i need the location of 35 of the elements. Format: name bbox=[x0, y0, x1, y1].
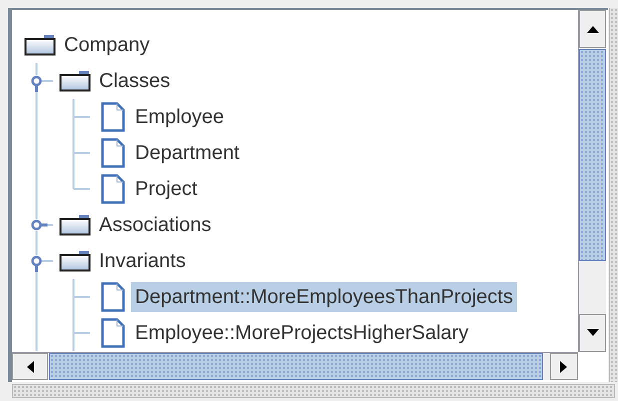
outer-horizontal-scrollbar[interactable] bbox=[12, 384, 615, 398]
tree-item[interactable]: Associations bbox=[95, 210, 216, 240]
document-icon bbox=[101, 174, 125, 204]
tree-item[interactable]: Employee bbox=[131, 102, 228, 132]
scroll-thumb[interactable] bbox=[579, 49, 606, 261]
tree-item[interactable]: Invariants bbox=[95, 246, 190, 276]
outer-vertical-scrollbar[interactable] bbox=[609, 8, 618, 382]
left-arrow-icon bbox=[26, 360, 34, 372]
vertical-scrollbar[interactable] bbox=[578, 10, 606, 352]
expanded-handle-icon[interactable] bbox=[31, 76, 42, 92]
folder-icon bbox=[59, 250, 91, 272]
tree-item[interactable]: Employee::MoreProjectsHigherSalary bbox=[131, 318, 472, 348]
scroll-thumb[interactable] bbox=[49, 353, 543, 380]
scroll-left-button[interactable] bbox=[12, 353, 48, 380]
scroll-up-button[interactable] bbox=[579, 10, 606, 48]
tree-item[interactable]: Department::MoreEmployeesThanProjects bbox=[131, 282, 517, 312]
expanded-handle-icon[interactable] bbox=[31, 256, 42, 272]
scroll-right-button[interactable] bbox=[550, 353, 578, 380]
tree-item[interactable]: Department bbox=[131, 138, 244, 168]
folder-icon bbox=[59, 214, 91, 236]
document-icon bbox=[101, 282, 125, 312]
document-icon bbox=[101, 138, 125, 168]
right-arrow-icon bbox=[560, 360, 568, 372]
down-arrow-icon bbox=[586, 329, 598, 337]
tree-item[interactable]: Project bbox=[131, 174, 202, 204]
tree-item[interactable]: Company bbox=[60, 30, 154, 60]
document-icon bbox=[101, 102, 125, 132]
document-icon bbox=[101, 318, 125, 348]
tree-item[interactable]: Classes bbox=[95, 66, 174, 96]
up-arrow-icon bbox=[586, 25, 598, 33]
folder-icon bbox=[59, 70, 91, 92]
folder-icon bbox=[24, 34, 56, 56]
horizontal-scrollbar[interactable] bbox=[12, 352, 578, 380]
scroll-down-button[interactable] bbox=[579, 314, 606, 352]
collapsed-handle-icon[interactable] bbox=[31, 220, 48, 230]
